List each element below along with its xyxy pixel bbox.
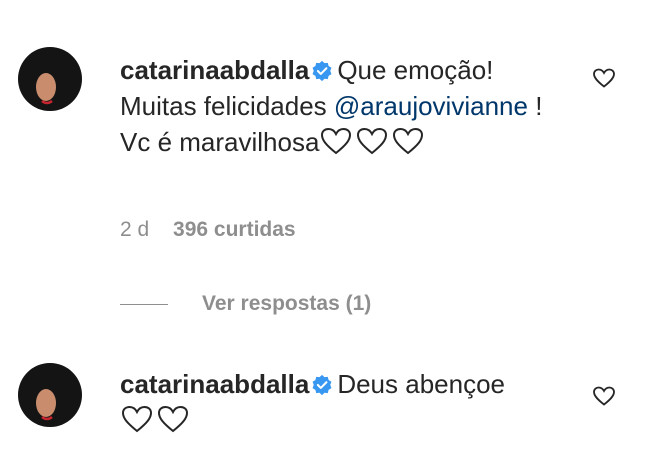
view-replies-button[interactable]: Ver respostas (1) [120, 290, 371, 318]
avatar[interactable] [18, 363, 82, 427]
comment-body: catarinaabdalla Deus abençoe [120, 366, 560, 438]
timestamp[interactable]: 2 d [120, 218, 149, 241]
replies-divider [120, 303, 168, 305]
like-heart-icon[interactable] [592, 384, 616, 408]
view-replies-label: Ver respostas (1) [202, 292, 372, 315]
comment-body: catarinaabdalla Que emoção! Muitas felici… [120, 52, 560, 160]
heart-outline-icon [121, 405, 153, 433]
username[interactable]: catarinaabdalla [120, 55, 309, 85]
like-heart-icon[interactable] [592, 66, 616, 90]
heart-outline-icon [393, 127, 424, 155]
comment-text: Deus abençoe [337, 369, 505, 399]
verified-badge-icon [312, 60, 332, 82]
heart-outline-icon [157, 405, 189, 433]
comment-meta: 2 d 396 curtidas [120, 218, 314, 242]
likes-count[interactable]: 396 curtidas [173, 218, 296, 241]
heart-outline-icon [321, 127, 352, 155]
avatar[interactable] [18, 47, 82, 111]
username[interactable]: catarinaabdalla [120, 369, 309, 399]
verified-badge-icon [312, 374, 332, 396]
heart-outline-icon [357, 127, 388, 155]
mention-link[interactable]: @araujovivianne [334, 91, 528, 121]
